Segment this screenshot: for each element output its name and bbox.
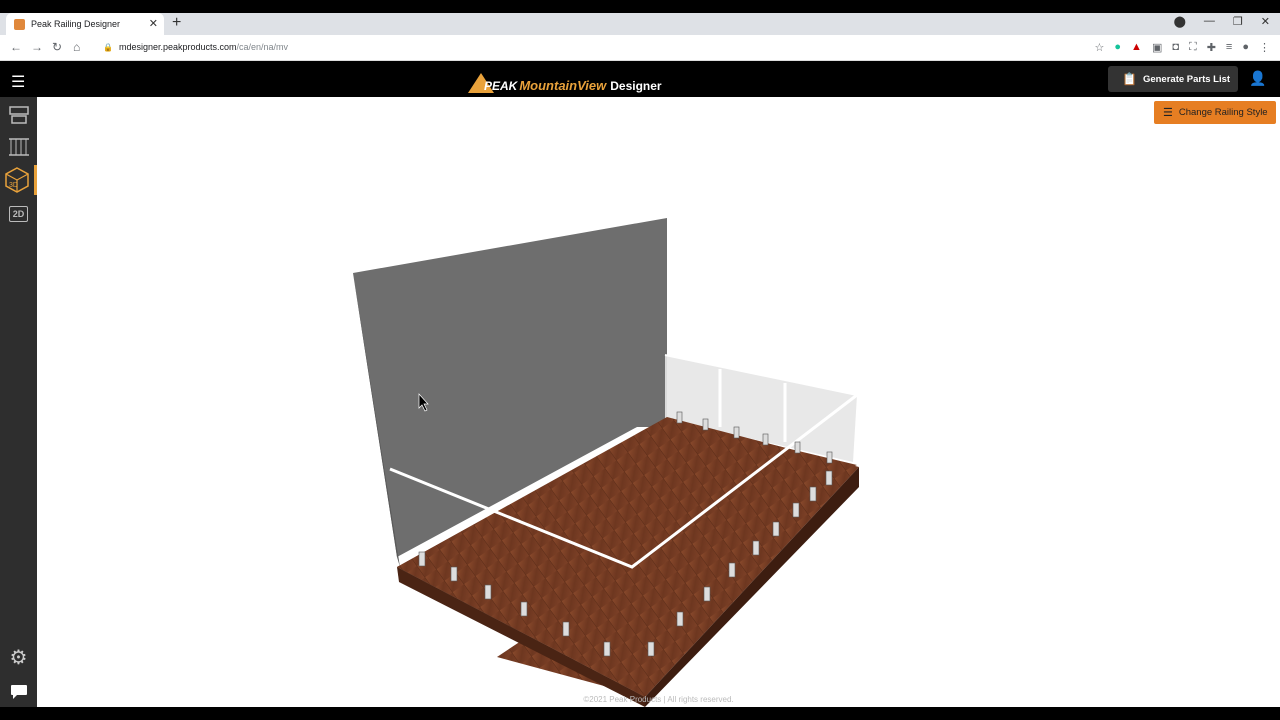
spigot-post <box>728 562 736 578</box>
spigot-post <box>703 586 711 602</box>
bookmark-star-icon[interactable]: ☆ <box>1095 41 1105 54</box>
3d-canvas[interactable]: ☰ Change Railing Style ©2021 Peak Produc… <box>37 97 1280 707</box>
spigot-post <box>825 470 833 486</box>
camera-extension-icon[interactable]: ◘ <box>1172 41 1179 54</box>
puzzle-extensions-icon[interactable]: ✚ <box>1207 41 1216 54</box>
profile-avatar-icon[interactable]: ● <box>1242 41 1249 54</box>
spigot-post <box>733 426 740 439</box>
spigot-post <box>676 411 683 424</box>
forward-icon[interactable]: → <box>31 40 43 54</box>
back-icon[interactable]: ← <box>10 40 22 54</box>
spigot-post <box>562 621 570 637</box>
generate-parts-list-button[interactable]: 📋 Generate Parts List <box>1108 66 1238 92</box>
reload-icon[interactable]: ↻ <box>52 40 62 54</box>
sidebar-item-chat[interactable] <box>0 677 37 707</box>
profile-dropdown-icon[interactable]: ⬤ <box>1174 15 1186 28</box>
spigot-post <box>792 502 800 518</box>
logo-designer-text: Designer <box>610 79 662 93</box>
clipboard-icon: 📋 <box>1122 72 1137 86</box>
2d-view-icon: 2D <box>8 206 29 222</box>
sidebar-item-railing[interactable] <box>0 132 37 162</box>
new-tab-button[interactable]: + <box>172 14 181 32</box>
grammarly-icon[interactable]: ● <box>1114 41 1121 54</box>
logo-peak-text: PEAK <box>484 79 518 93</box>
address-bar: ← → ↻ ⌂ 🔒 mdesigner.peakproducts.com /ca… <box>0 35 1280 61</box>
url-field[interactable]: 🔒 mdesigner.peakproducts.com /ca/en/na/m… <box>103 42 288 52</box>
spigot-post <box>520 601 528 617</box>
railing-icon <box>8 138 29 156</box>
change-railing-style-button[interactable]: ☰ Change Railing Style <box>1154 101 1276 124</box>
spigot-post <box>484 584 492 600</box>
spigot-post <box>418 551 426 567</box>
logo-mountainview-text: MountainView <box>519 78 607 93</box>
app-header: ☰ PEAK MountainView Designer 📋 Generate … <box>0 61 1280 97</box>
spigot-post <box>809 486 817 502</box>
browser-tabstrip: Peak Railing Designer ✕ + ⬤ — ❐ ✕ <box>0 13 1280 35</box>
home-icon[interactable]: ⌂ <box>73 40 80 54</box>
browser-menu-icon[interactable]: ⋮ <box>1259 41 1270 54</box>
top-black-strip <box>0 0 1280 13</box>
deck-plan-icon <box>8 106 29 124</box>
left-toolbar: 3D 2D ⚙ <box>0 97 37 707</box>
favicon-icon <box>14 18 25 30</box>
user-account-icon[interactable]: 👤 <box>1249 70 1266 87</box>
spigot-post <box>826 451 833 464</box>
chat-icon <box>10 685 27 699</box>
bottom-black-strip <box>0 707 1280 720</box>
sidebar-item-deck-plan[interactable] <box>0 100 37 130</box>
sliders-icon: ☰ <box>1163 107 1173 119</box>
browser-tab[interactable]: Peak Railing Designer ✕ <box>6 13 164 35</box>
window-controls: ⬤ — ❐ ✕ <box>1174 15 1270 28</box>
gear-icon: ⚙ <box>9 646 28 669</box>
spigot-post <box>794 441 801 454</box>
spigot-post <box>603 641 611 657</box>
deck-3d-scene[interactable] <box>37 97 1280 707</box>
sidebar-item-2d-view[interactable]: 2D <box>0 199 37 229</box>
peak-logo: PEAK MountainView Designer <box>468 67 662 93</box>
spigot-post <box>676 611 684 627</box>
restore-button[interactable]: ❐ <box>1233 15 1243 28</box>
url-host: mdesigner.peakproducts.com <box>118 42 237 52</box>
spigot-post <box>772 521 780 537</box>
close-window-button[interactable]: ✕ <box>1261 15 1270 28</box>
screenshot-extension-icon[interactable]: ⛶ <box>1189 41 1197 54</box>
tab-title: Peak Railing Designer <box>31 19 121 29</box>
extension-icon[interactable]: ▣ <box>1152 41 1162 54</box>
3d-label: 3D <box>9 182 18 189</box>
spigot-post <box>752 540 760 556</box>
hamburger-menu-icon[interactable]: ☰ <box>11 72 25 92</box>
spigot-post <box>450 566 458 582</box>
tab-close-icon[interactable]: ✕ <box>149 17 158 30</box>
sidebar-item-3d-view[interactable]: 3D <box>0 165 37 195</box>
generate-parts-list-label: Generate Parts List <box>1142 73 1231 85</box>
url-path: /ca/en/na/mv <box>236 42 289 52</box>
reading-list-icon[interactable]: ≡ <box>1226 41 1232 54</box>
pdf-extension-icon[interactable]: ▲ <box>1131 41 1142 54</box>
lock-icon: 🔒 <box>103 42 113 52</box>
spigot-post <box>647 641 655 657</box>
spigot-post <box>702 418 709 431</box>
3d-view-icon: 3D <box>5 167 29 193</box>
copyright-footer: ©2021 Peak Products | All rights reserve… <box>583 695 734 704</box>
sidebar-item-settings[interactable]: ⚙ <box>0 642 37 672</box>
spigot-post <box>762 433 769 446</box>
minimize-button[interactable]: — <box>1204 15 1215 28</box>
change-railing-style-label: Change Railing Style <box>1178 107 1268 118</box>
extensions-bar: ☆ ● ▲ ▣ ◘ ⛶ ✚ ≡ ● ⋮ <box>1095 41 1270 54</box>
